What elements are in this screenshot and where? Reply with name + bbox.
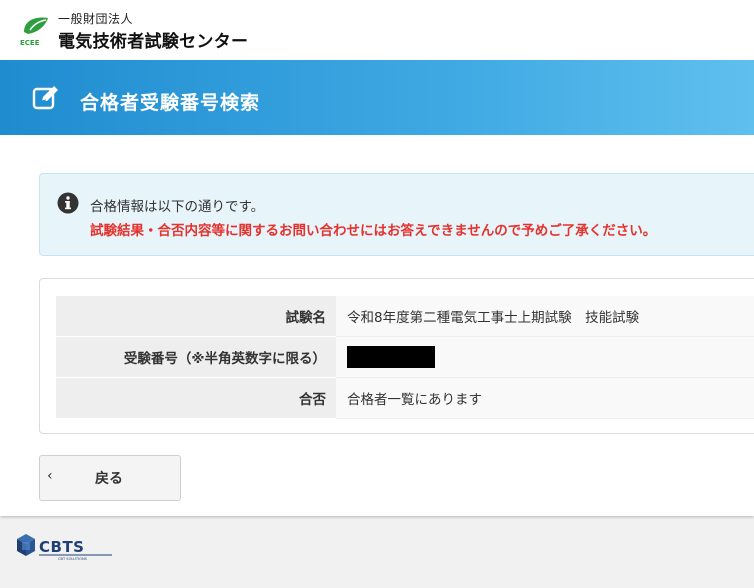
redacted-block (347, 346, 435, 368)
info-alert: 合格情報は以下の通りです。 試験結果・合否内容等に関するお問い合わせにはお答えで… (39, 173, 754, 256)
info-message: 合格情報は以下の通りです。 (90, 199, 265, 215)
table-row: 受験番号（※半角英数字に限る） (56, 336, 754, 378)
exam-name-value: 令和8年度第二種電気工事士上期試験 技能試験 (336, 296, 754, 337)
footer-logo-subtext: CBT SOLUTIONS (58, 557, 88, 561)
logo-text: ECEE (20, 39, 40, 47)
exam-name-label: 試験名 (56, 296, 336, 337)
cube-icon (17, 534, 35, 556)
warning-message: 試験結果・合否内容等に関するお問い合わせにはお答えできませんので予めご了承くださ… (90, 223, 657, 239)
chevron-left-icon: ‹ (47, 468, 53, 484)
exam-number-value (336, 336, 754, 378)
cbts-logo: CBTS CBT SOLUTIONS (17, 534, 112, 561)
info-icon (57, 192, 79, 214)
ecee-logo[interactable]: ECEE (18, 12, 54, 48)
exam-number-label: 受験番号（※半角英数字に限る） (56, 336, 336, 378)
edit-icon (32, 86, 58, 110)
back-button[interactable]: ‹ 戻る (39, 455, 181, 501)
org-name: 電気技術者試験センター (58, 32, 249, 52)
table-row: 合否 合格者一覧にあります (56, 377, 754, 419)
page-title-banner: 合格者受験番号検索 (0, 60, 754, 135)
result-value: 合格者一覧にあります (336, 377, 754, 419)
result-card: 試験名 令和8年度第二種電気工事士上期試験 技能試験 受験番号（※半角英数字に限… (39, 278, 754, 434)
footer-logo-text: CBTS (39, 538, 84, 556)
result-table: 試験名 令和8年度第二種電気工事士上期試験 技能試験 受験番号（※半角英数字に限… (56, 296, 754, 419)
back-button-label: 戻る (95, 471, 123, 487)
table-row: 試験名 令和8年度第二種電気工事士上期試験 技能試験 (56, 296, 754, 337)
page-container: ECEE 一般財団法人 電気技術者試験センター 合格者受験番号検索 合格情報は以… (0, 0, 754, 516)
org-type-label: 一般財団法人 (58, 12, 134, 26)
page-title: 合格者受験番号検索 (80, 92, 261, 114)
result-label: 合否 (56, 377, 336, 419)
site-header: ECEE 一般財団法人 電気技術者試験センター (0, 0, 754, 60)
